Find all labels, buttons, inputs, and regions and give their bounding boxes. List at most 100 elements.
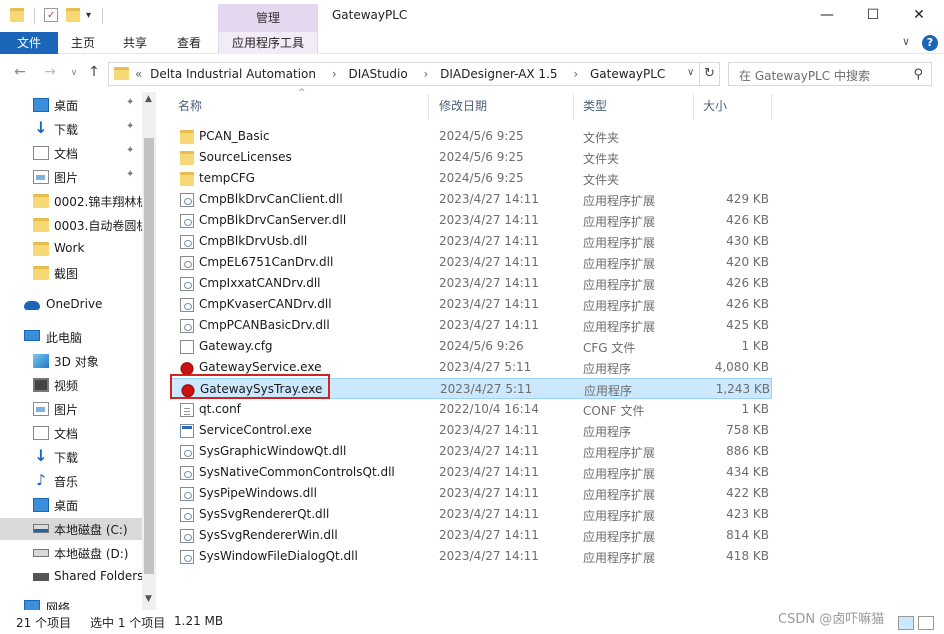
properties-check-icon[interactable]: ✓ <box>44 8 58 22</box>
file-row[interactable]: SourceLicenses 2024/5/6 9:25 文件夹 <box>170 147 772 168</box>
file-date: 2023/4/27 14:11 <box>439 213 539 227</box>
breadcrumb-segment[interactable]: DIADesigner-AX 1.5 <box>440 67 557 81</box>
search-icon[interactable]: ⚲ <box>913 67 923 82</box>
maximize-button[interactable]: ☐ <box>850 4 896 28</box>
file-row[interactable]: SysWindowFileDialogQt.dll 2023/4/27 14:11… <box>170 546 772 567</box>
breadcrumb-segment[interactable]: Delta Industrial Automation <box>150 67 316 81</box>
breadcrumb-segment[interactable]: DIAStudio <box>348 67 407 81</box>
tab-file[interactable]: 文件 <box>0 32 58 54</box>
sidebar-item[interactable]: OneDrive <box>0 294 142 316</box>
sidebar-item[interactable]: 图片 <box>0 398 142 420</box>
file-date: 2023/4/27 14:11 <box>439 465 539 479</box>
chevron-right-icon[interactable]: › <box>424 67 429 81</box>
sidebar-item[interactable]: 视频 <box>0 374 142 396</box>
file-row[interactable]: ServiceControl.exe 2023/4/27 14:11 应用程序 758… <box>170 420 772 441</box>
file-row[interactable]: CmpBlkDrvCanClient.dll 2023/4/27 14:11 应用程… <box>170 189 772 210</box>
close-button[interactable]: ✕ <box>896 4 942 28</box>
sidebar-item[interactable]: Shared Folders <box>0 566 142 588</box>
chevron-down-icon[interactable]: ∨ <box>687 67 694 78</box>
sidebar-item[interactable]: 网络 <box>0 596 142 615</box>
new-folder-icon[interactable] <box>66 8 80 22</box>
column-divider[interactable] <box>428 94 429 120</box>
pin-icon[interactable]: ✦ <box>126 169 134 180</box>
file-name: tempCFG <box>199 171 255 185</box>
file-date: 2024/5/6 9:25 <box>439 150 524 164</box>
sidebar-item[interactable]: 0003.自动卷圆机 <box>0 214 142 236</box>
sidebar-item[interactable]: ↓ 下载 <box>0 446 142 468</box>
sidebar-item[interactable]: 桌面 <box>0 494 142 516</box>
tab-application-tools[interactable]: 应用程序工具 <box>218 32 318 54</box>
chevron-right-icon[interactable]: › <box>332 67 337 81</box>
file-row[interactable]: SysGraphicWindowQt.dll 2023/4/27 14:11 应用程… <box>170 441 772 462</box>
file-row[interactable]: GatewaySysTray.exe 2023/4/27 5:11 应用程序 1,24… <box>170 378 772 399</box>
recent-locations-button[interactable]: ∨ <box>64 68 84 78</box>
sidebar-item[interactable]: 桌面 ✦ <box>0 94 142 116</box>
column-header-type[interactable]: 类型 <box>583 92 607 120</box>
sidebar-item[interactable]: 截图 <box>0 262 142 284</box>
folder-icon <box>114 67 129 80</box>
file-row[interactable]: CmpIxxatCANDrv.dll 2023/4/27 14:11 应用程序扩展 4… <box>170 273 772 294</box>
column-divider[interactable] <box>573 94 574 120</box>
file-row[interactable]: Gateway.cfg 2024/5/6 9:26 CFG 文件 1 KB <box>170 336 772 357</box>
column-header-name[interactable]: 名称 <box>178 92 202 120</box>
file-row[interactable]: qt.conf 2022/10/4 16:14 CONF 文件 1 KB <box>170 399 772 420</box>
sidebar-item[interactable]: 图片 ✦ <box>0 166 142 188</box>
file-row[interactable]: PCAN_Basic 2024/5/6 9:25 文件夹 <box>170 126 772 147</box>
minimize-button[interactable]: — <box>804 4 850 28</box>
file-row[interactable]: CmpPCANBasicDrv.dll 2023/4/27 14:11 应用程序扩展… <box>170 315 772 336</box>
file-row[interactable]: CmpKvaserCANDrv.dll 2023/4/27 14:11 应用程序扩展… <box>170 294 772 315</box>
sidebar-item[interactable]: ♪ 音乐 <box>0 470 142 492</box>
sidebar-scrollbar[interactable]: ▲ ▼ <box>142 92 156 610</box>
pin-icon[interactable]: ✦ <box>126 121 134 132</box>
ribbon-expand-icon[interactable]: ∨ <box>902 35 910 48</box>
file-row[interactable]: SysSvgRendererQt.dll 2023/4/27 14:11 应用程序扩… <box>170 504 772 525</box>
file-row[interactable]: SysSvgRendererWin.dll 2023/4/27 14:11 应用程序… <box>170 525 772 546</box>
file-size: 434 KB <box>726 465 769 479</box>
breadcrumb-overflow[interactable]: « <box>135 67 142 81</box>
details-view-icon[interactable] <box>898 616 914 630</box>
pin-icon[interactable]: ✦ <box>126 145 134 156</box>
sidebar-item-label: 图片 <box>54 403 79 417</box>
forward-button[interactable]: → <box>40 64 60 80</box>
dll-icon <box>180 193 194 207</box>
sidebar-item[interactable]: 本地磁盘 (D:) <box>0 542 142 564</box>
sidebar-item[interactable]: 本地磁盘 (C:) <box>0 518 142 540</box>
sidebar-item[interactable]: 文档 ✦ <box>0 142 142 164</box>
tab-home[interactable]: 主页 <box>62 32 104 54</box>
search-input[interactable]: 在 GatewayPLC 中搜索 ⚲ <box>728 62 932 86</box>
refresh-button[interactable]: ↻ <box>700 62 720 86</box>
sidebar-item[interactable]: 0002.锦丰翔林机 <box>0 190 142 212</box>
sidebar-item[interactable]: ↓ 下载 ✦ <box>0 118 142 140</box>
sidebar-item[interactable]: 此电脑 <box>0 326 142 348</box>
scroll-thumb[interactable] <box>144 138 154 574</box>
column-divider[interactable] <box>693 94 694 120</box>
column-header-size[interactable]: 大小 <box>703 92 727 120</box>
file-row[interactable]: GatewayService.exe 2023/4/27 5:11 应用程序 4,08… <box>170 357 772 378</box>
quick-access-dropdown-icon[interactable]: ▾ <box>86 10 91 21</box>
file-row[interactable]: tempCFG 2024/5/6 9:25 文件夹 <box>170 168 772 189</box>
large-icons-view-icon[interactable] <box>918 616 934 630</box>
help-icon[interactable]: ? <box>922 35 938 51</box>
file-row[interactable]: CmpEL6751CanDrv.dll 2023/4/27 14:11 应用程序扩展… <box>170 252 772 273</box>
file-row[interactable]: SysNativeCommonControlsQt.dll 2023/4/27 1… <box>170 462 772 483</box>
sidebar-item[interactable]: 3D 对象 <box>0 350 142 372</box>
folder-icon[interactable] <box>10 8 24 22</box>
sidebar-item[interactable]: Work <box>0 238 142 260</box>
tab-share[interactable]: 共享 <box>114 32 156 54</box>
up-button[interactable]: ↑ <box>84 64 104 80</box>
column-header-date[interactable]: 修改日期 <box>439 92 487 120</box>
tab-view[interactable]: 查看 <box>168 32 210 54</box>
address-bar[interactable]: « Delta Industrial Automation › DIAStudi… <box>108 62 700 86</box>
file-row[interactable]: CmpBlkDrvUsb.dll 2023/4/27 14:11 应用程序扩展 430… <box>170 231 772 252</box>
back-button[interactable]: ← <box>10 64 30 80</box>
scroll-up-icon[interactable]: ▲ <box>145 94 152 104</box>
sidebar-item[interactable]: 文档 <box>0 422 142 444</box>
breadcrumb-segment[interactable]: GatewayPLC <box>590 67 665 81</box>
scroll-down-icon[interactable]: ▼ <box>145 594 152 604</box>
column-divider[interactable] <box>771 94 772 120</box>
pin-icon[interactable]: ✦ <box>126 97 134 108</box>
file-row[interactable]: SysPipeWindows.dll 2023/4/27 14:11 应用程序扩展 4… <box>170 483 772 504</box>
file-row[interactable]: CmpBlkDrvCanServer.dll 2023/4/27 14:11 应用程… <box>170 210 772 231</box>
sidebar-item-label: 视频 <box>54 379 79 393</box>
chevron-right-icon[interactable]: › <box>573 67 578 81</box>
